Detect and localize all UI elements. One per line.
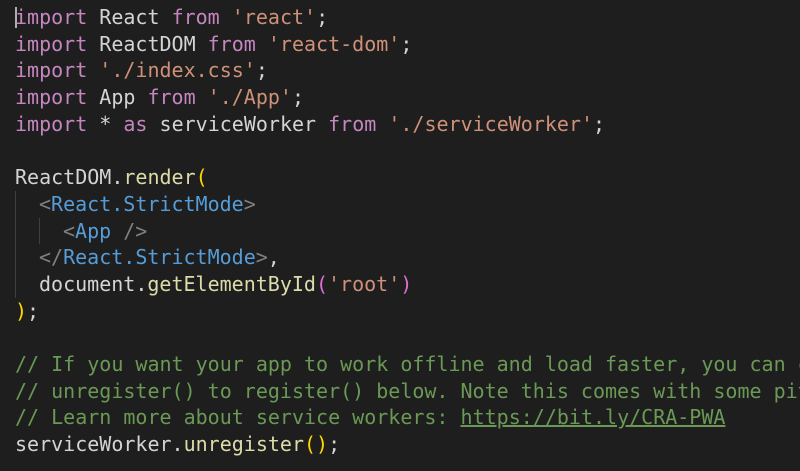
semicolon: ;	[27, 298, 40, 323]
identifier: ReactDOM	[99, 31, 196, 56]
open-paren: (	[195, 165, 208, 190]
text-cursor	[15, 7, 17, 28]
code-line[interactable]: <React.StrictMode>	[0, 190, 800, 218]
keyword-from: from	[171, 5, 220, 29]
code-line[interactable]: import * as serviceWorker from './servic…	[0, 111, 800, 138]
close-paren: )	[400, 271, 413, 296]
keyword-from: from	[207, 31, 256, 56]
comma: ,	[267, 245, 280, 270]
code-line[interactable]: // unregister() to register() below. Not…	[0, 378, 800, 405]
method-name: getElementById	[147, 271, 316, 296]
call-parens: ()	[304, 432, 329, 456]
namespace-star: *	[99, 111, 112, 136]
keyword-import: import	[15, 58, 88, 83]
comment-link[interactable]: https://bit.ly/CRA-PWA	[461, 405, 726, 429]
blank-line[interactable]	[0, 137, 800, 164]
keyword-import: import	[15, 31, 88, 56]
comment: // unregister() to register() below. Not…	[15, 378, 800, 403]
blank-line[interactable]	[0, 324, 800, 351]
string-literal: './App'	[207, 85, 292, 110]
code-editor[interactable]: import React from 'react'; import ReactD…	[0, 0, 800, 471]
code-line[interactable]: </React.StrictMode>,	[0, 244, 800, 271]
string-literal: 'react'	[231, 5, 317, 29]
code-line[interactable]: <App />	[0, 217, 800, 245]
string-literal: './serviceWorker'	[388, 111, 594, 136]
comment: // If you want your app to work offline …	[15, 351, 800, 376]
semicolon: ;	[291, 85, 305, 110]
identifier: React	[99, 5, 160, 29]
identifier: serviceWorker	[159, 111, 317, 136]
jsx-bracket: <	[39, 191, 52, 216]
code-line[interactable]: import App from './App';	[0, 84, 800, 111]
code-line[interactable]: ReactDOM.render(	[0, 164, 800, 191]
close-paren: )	[15, 298, 28, 323]
keyword-import: import	[15, 111, 88, 136]
dot-operator: .	[135, 271, 148, 296]
keyword-import: import	[15, 85, 88, 110]
jsx-tag-name: React.StrictMode	[51, 191, 244, 216]
code-line[interactable]: // If you want your app to work offline …	[0, 351, 800, 378]
indent-guide	[15, 244, 16, 271]
jsx-bracket: >	[255, 245, 268, 270]
dot-operator: .	[171, 432, 184, 456]
method-name: render	[123, 165, 196, 190]
string-literal: 'root'	[328, 271, 401, 296]
open-paren: (	[315, 271, 328, 296]
semicolon: ;	[593, 111, 606, 136]
indent-guide	[15, 270, 16, 298]
jsx-self-close: />	[111, 218, 148, 243]
code-line[interactable]: // Learn more about service workers: htt…	[0, 404, 800, 431]
comment: // Learn more about service workers:	[15, 405, 461, 430]
object-name: serviceWorker	[15, 432, 172, 456]
method-name: unregister	[183, 432, 305, 456]
identifier: App	[99, 85, 136, 110]
keyword-from: from	[328, 111, 377, 136]
code-line[interactable]: document.getElementById('root')	[0, 270, 800, 298]
semicolon: ;	[328, 432, 341, 456]
code-line[interactable]: );	[0, 298, 800, 325]
keyword-import: import	[15, 5, 88, 29]
string-literal: './index.css'	[99, 58, 256, 83]
object-name: ReactDOM	[15, 165, 112, 190]
keyword-from: from	[147, 85, 196, 110]
indent-guide	[39, 217, 40, 245]
jsx-bracket: </	[39, 245, 64, 270]
jsx-tag-name: App	[75, 218, 112, 243]
code-line[interactable]: import './index.css';	[0, 57, 800, 84]
string-literal: 'react-dom'	[267, 31, 401, 56]
jsx-bracket: <	[63, 218, 76, 243]
jsx-bracket: >	[243, 191, 256, 216]
dot-operator: .	[111, 165, 124, 190]
code-line[interactable]: import ReactDOM from 'react-dom';	[0, 31, 800, 58]
indent-guide	[15, 190, 16, 218]
keyword-as: as	[123, 111, 148, 136]
semicolon: ;	[400, 31, 413, 56]
indent-guide	[15, 217, 16, 245]
jsx-tag-name: React.StrictMode	[63, 245, 256, 270]
semicolon: ;	[255, 58, 268, 83]
semicolon: ;	[316, 5, 329, 29]
code-line[interactable]: serviceWorker.unregister();	[0, 431, 800, 458]
code-line[interactable]: import React from 'react';	[0, 4, 800, 31]
object-name: document	[39, 271, 136, 296]
